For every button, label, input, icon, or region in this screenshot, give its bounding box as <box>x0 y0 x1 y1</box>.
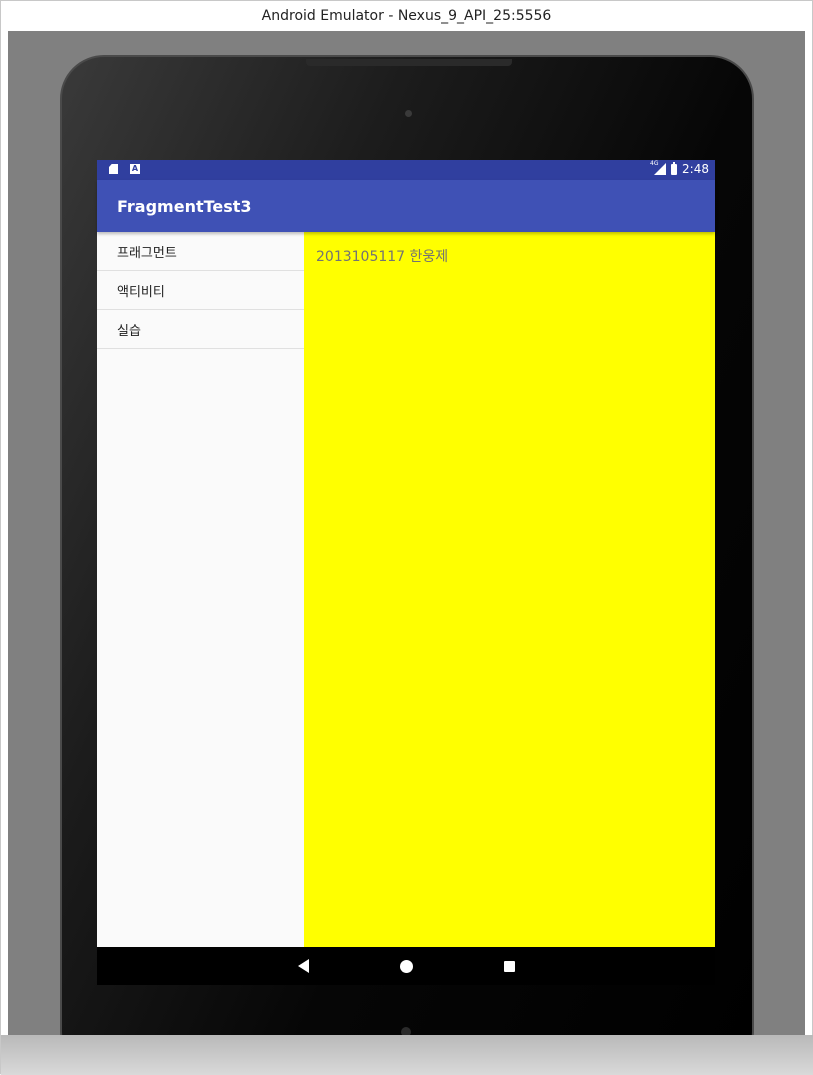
recents-button[interactable] <box>479 947 539 985</box>
detail-fragment: 2013105117 한웅제 <box>304 232 715 947</box>
back-icon <box>297 959 309 973</box>
emulator-viewport: A 4G 2:48 FragmentTest3 프래그먼트 액티비티 실습 20… <box>8 31 805 1035</box>
signal-icon: 4G <box>650 160 667 175</box>
speaker-grille <box>306 59 512 66</box>
window-title: Android Emulator - Nexus_9_API_25:5556 <box>261 8 552 24</box>
app-bar: FragmentTest3 <box>97 180 715 232</box>
a-notification-icon: A <box>130 164 140 174</box>
recents-icon <box>503 960 515 972</box>
list-item-activity[interactable]: 액티비티 <box>97 271 304 310</box>
back-button[interactable] <box>273 947 333 985</box>
home-button[interactable] <box>376 947 436 985</box>
front-camera <box>405 110 412 117</box>
list-fragment: 프래그먼트 액티비티 실습 <box>97 232 304 947</box>
app-title: FragmentTest3 <box>117 196 252 216</box>
status-time: 2:48 <box>682 162 709 176</box>
battery-icon <box>671 161 678 175</box>
emulator-bottom-fade <box>1 1035 813 1075</box>
list-item-fragment[interactable]: 프래그먼트 <box>97 232 304 271</box>
window-titlebar: Android Emulator - Nexus_9_API_25:5556 <box>1 1 812 31</box>
sd-card-icon <box>109 164 118 174</box>
device-screen: A 4G 2:48 FragmentTest3 프래그먼트 액티비티 실습 20… <box>97 160 715 985</box>
home-icon <box>399 959 413 973</box>
status-bar: A 4G 2:48 <box>97 160 715 180</box>
navigation-bar <box>97 947 715 985</box>
detail-text: 2013105117 한웅제 <box>316 249 449 265</box>
list-item-practice[interactable]: 실습 <box>97 310 304 349</box>
main-content: 프래그먼트 액티비티 실습 2013105117 한웅제 <box>97 232 715 947</box>
emulator-window: Android Emulator - Nexus_9_API_25:5556 A… <box>0 0 813 1075</box>
